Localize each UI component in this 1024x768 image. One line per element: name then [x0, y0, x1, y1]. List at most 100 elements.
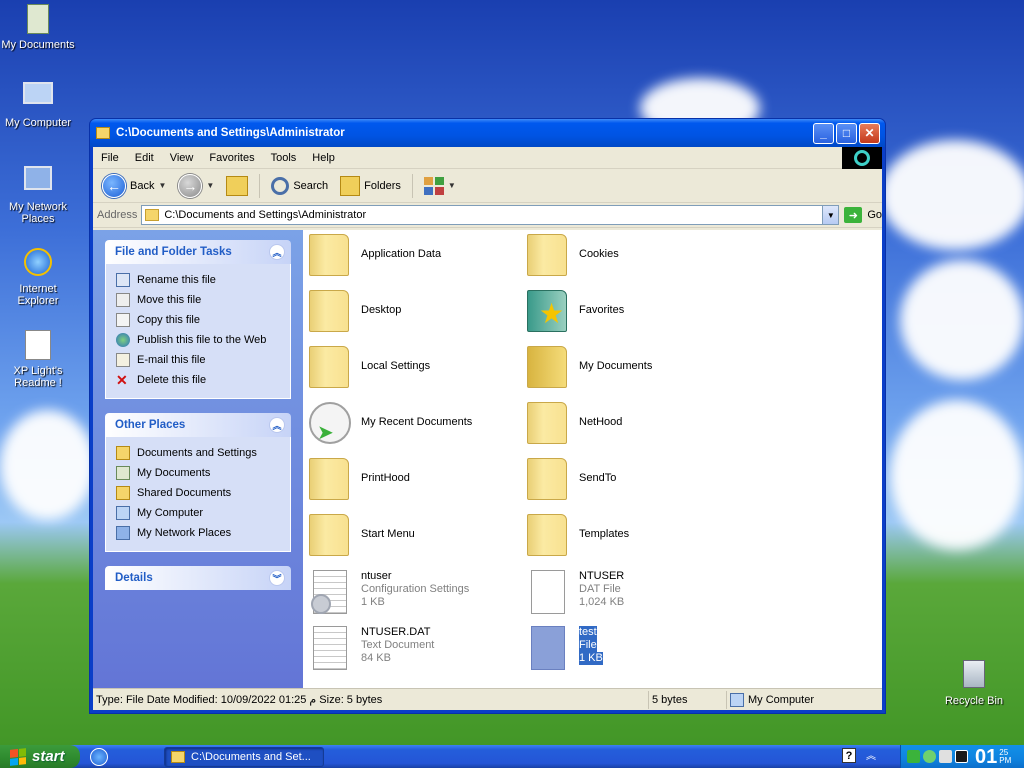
- file-item[interactable]: NTUSER DAT File 1,024 KB: [527, 570, 737, 614]
- menu-view[interactable]: View: [162, 152, 202, 164]
- views-button[interactable]: ▼: [420, 172, 460, 200]
- tray-app-icon[interactable]: [923, 750, 936, 763]
- desktop-icon-network-places[interactable]: My Network Places: [0, 166, 78, 225]
- maximize-button[interactable]: □: [836, 122, 857, 144]
- address-dropdown-icon[interactable]: ▼: [822, 206, 839, 224]
- computer-icon: [116, 506, 130, 520]
- file-size: 84 KB: [361, 652, 391, 664]
- file-view: Application Data Cookies Desktop ★ Favori…: [303, 230, 882, 688]
- file-item[interactable]: ➤ My Recent Documents: [309, 402, 519, 446]
- tray-app-icon[interactable]: [907, 750, 920, 763]
- taskbar: start C:\Documents and Set... ? ︽ 01 25 …: [0, 745, 1024, 768]
- place-label: Shared Documents: [137, 487, 232, 499]
- desktop-icon-readme[interactable]: XP Light's Readme !: [0, 330, 78, 389]
- file-item[interactable]: ntuser Configuration Settings 1 KB: [309, 570, 519, 614]
- up-folder-button[interactable]: [222, 172, 252, 200]
- address-bar: Address C:\Documents and Settings\Admini…: [93, 203, 882, 228]
- place-label: My Computer: [137, 507, 204, 519]
- desktop-icon-my-computer[interactable]: My Computer: [0, 82, 78, 129]
- file-item[interactable]: Cookies: [527, 234, 737, 278]
- place-my-computer[interactable]: My Computer: [116, 503, 280, 523]
- place-my-documents[interactable]: My Documents: [116, 463, 280, 483]
- help-icon[interactable]: ?: [842, 748, 856, 763]
- task-email[interactable]: E-mail this file: [116, 350, 280, 370]
- menu-file[interactable]: File: [93, 152, 127, 164]
- dropdown-arrow-icon[interactable]: ▼: [158, 181, 166, 190]
- folders-button[interactable]: Folders: [336, 172, 405, 200]
- dropdown-arrow-icon[interactable]: ▼: [448, 181, 456, 190]
- file-item[interactable]: Desktop: [309, 290, 519, 334]
- file-item[interactable]: SendTo: [527, 458, 737, 502]
- taskbar-window-button[interactable]: C:\Documents and Set...: [164, 746, 324, 767]
- file-name: SendTo: [579, 472, 617, 484]
- computer-icon: [21, 82, 55, 114]
- file-item[interactable]: ★ Favorites: [527, 290, 737, 334]
- start-button[interactable]: start: [0, 745, 80, 768]
- panel-title: Details: [115, 572, 153, 584]
- file-item[interactable]: My Documents: [527, 346, 737, 390]
- expand-chevron-icon[interactable]: ︾: [269, 570, 285, 586]
- panel-title: File and Folder Tasks: [115, 246, 232, 258]
- menu-favorites[interactable]: Favorites: [201, 152, 262, 164]
- close-button[interactable]: ✕: [859, 122, 880, 144]
- file-item[interactable]: Application Data: [309, 234, 519, 278]
- status-zone-text: My Computer: [748, 693, 815, 706]
- menu-help[interactable]: Help: [304, 152, 343, 164]
- status-info-text: Type: File Date Modified: 10/09/2022 01:…: [96, 694, 383, 706]
- desktop-icon-recycle-bin[interactable]: Recycle Bin: [934, 660, 1014, 707]
- file-name: Start Menu: [361, 528, 415, 540]
- file-item[interactable]: Start Menu: [309, 514, 519, 558]
- file-name: PrintHood: [361, 472, 410, 484]
- file-tasks-header[interactable]: File and Folder Tasks ︽: [105, 240, 291, 264]
- file-item[interactable]: Templates: [527, 514, 737, 558]
- task-delete[interactable]: ✕ Delete this file: [116, 370, 280, 390]
- task-copy[interactable]: Copy this file: [116, 310, 280, 330]
- desktop-icon-my-documents[interactable]: My Documents: [0, 4, 78, 51]
- task-label: E-mail this file: [137, 354, 206, 366]
- go-button[interactable]: ➜ Go: [844, 207, 882, 223]
- collapse-chevron-icon[interactable]: ︽: [269, 244, 285, 260]
- search-button[interactable]: Search: [267, 172, 332, 200]
- tray-app-icon[interactable]: [939, 750, 952, 763]
- menu-edit[interactable]: Edit: [127, 152, 162, 164]
- file-name: NTUSER: [579, 570, 625, 582]
- status-bar: Type: File Date Modified: 10/09/2022 01:…: [93, 688, 882, 710]
- folder-icon: [527, 514, 569, 558]
- other-places-header[interactable]: Other Places ︽: [105, 413, 291, 437]
- internet-explorer-quicklaunch-icon[interactable]: [90, 747, 108, 766]
- dropdown-arrow-icon[interactable]: ▼: [206, 181, 214, 190]
- place-label: My Documents: [137, 467, 211, 479]
- back-button[interactable]: ← Back ▼: [98, 172, 170, 200]
- task-move[interactable]: Move this file: [116, 290, 280, 310]
- collapse-chevron-icon[interactable]: ︽: [269, 417, 285, 433]
- tray-expand-icon[interactable]: ︽: [866, 747, 876, 762]
- task-label: Rename this file: [137, 274, 216, 286]
- desktop-icon-internet-explorer[interactable]: Internet Explorer: [0, 248, 78, 307]
- place-shared-documents[interactable]: Shared Documents: [116, 483, 280, 503]
- my-documents-icon: [116, 466, 130, 480]
- file-type: Configuration Settings: [361, 583, 470, 595]
- file-size: 1,024 KB: [579, 596, 625, 608]
- forward-button[interactable]: → ▼: [174, 172, 218, 200]
- place-network[interactable]: My Network Places: [116, 523, 280, 543]
- task-publish[interactable]: Publish this file to the Web: [116, 330, 280, 350]
- clock-ampm: PM: [999, 755, 1012, 765]
- task-rename[interactable]: Rename this file: [116, 270, 280, 290]
- minimize-button[interactable]: _: [813, 122, 834, 144]
- file-item[interactable]: NetHood: [527, 402, 737, 446]
- move-icon: [116, 293, 130, 307]
- status-info: Type: File Date Modified: 10/09/2022 01:…: [93, 690, 649, 709]
- views-icon: [423, 176, 444, 195]
- menu-tools[interactable]: Tools: [263, 152, 305, 164]
- clock[interactable]: 01 25 PM: [975, 747, 1011, 767]
- place-documents-and-settings[interactable]: Documents and Settings: [116, 443, 280, 463]
- file-item[interactable]: NTUSER.DAT Text Document 84 KB: [309, 626, 519, 670]
- address-input[interactable]: C:\Documents and Settings\Administrator …: [141, 205, 840, 225]
- title-bar[interactable]: C:\Documents and Settings\Administrator …: [90, 119, 885, 147]
- file-item[interactable]: PrintHood: [309, 458, 519, 502]
- file-item[interactable]: Local Settings: [309, 346, 519, 390]
- tray-app-icon[interactable]: [955, 750, 968, 763]
- file-name: Favorites: [579, 304, 625, 316]
- details-header[interactable]: Details ︾: [105, 566, 291, 590]
- file-item-selected[interactable]: test File 1 KB: [527, 626, 737, 670]
